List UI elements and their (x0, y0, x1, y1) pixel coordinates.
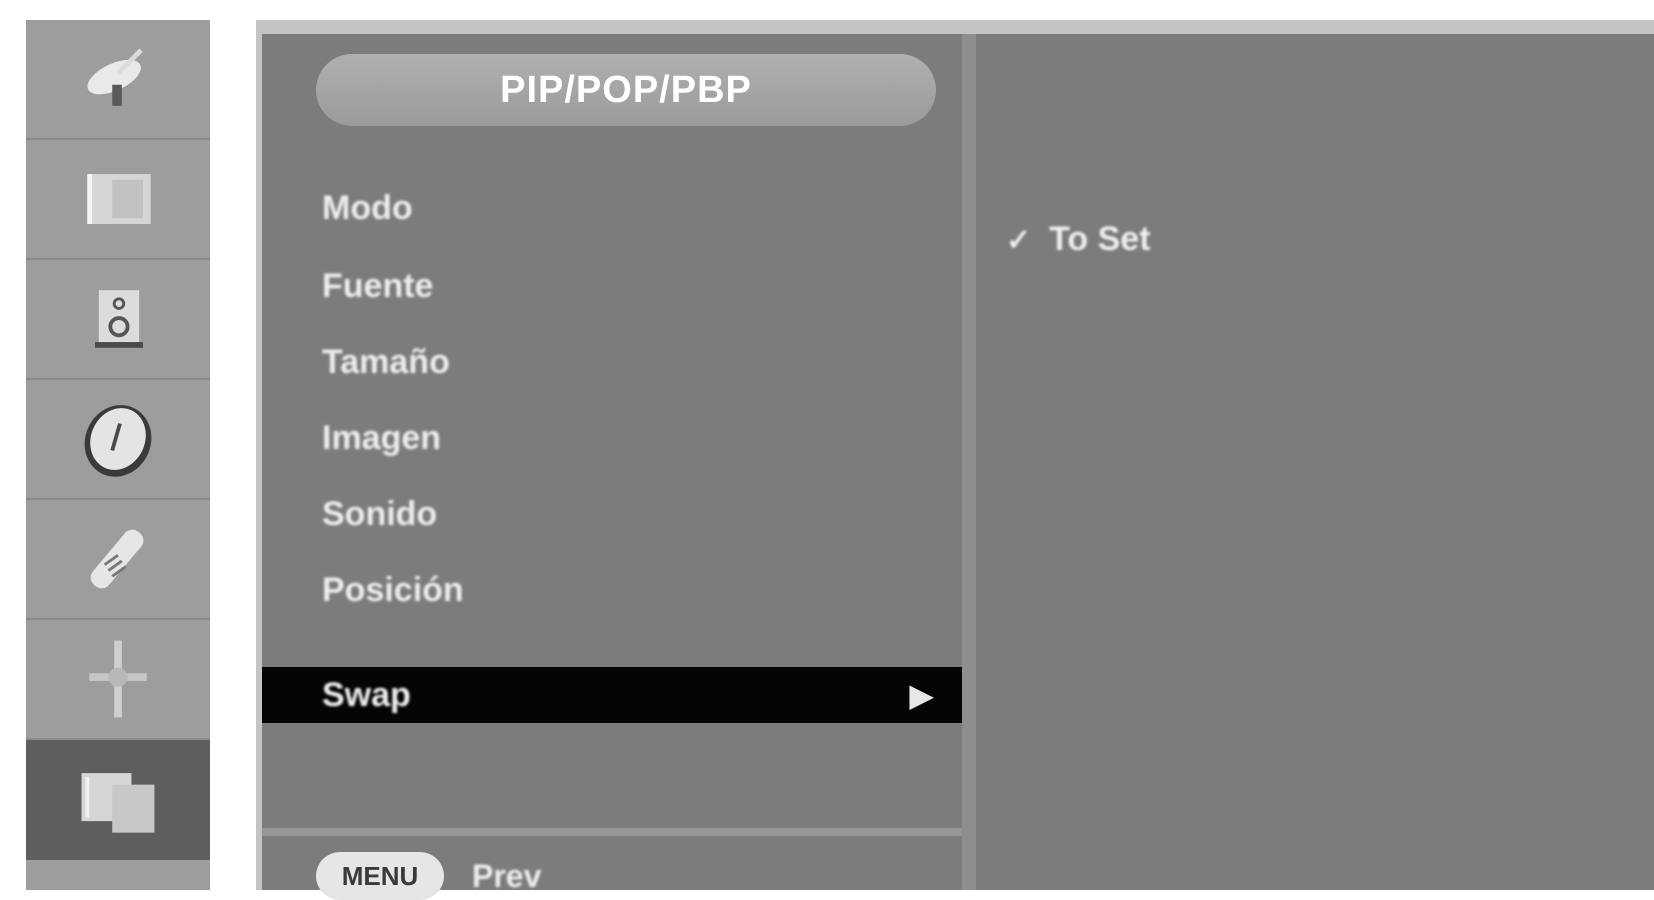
menu-item-position[interactable]: Posición (322, 560, 464, 620)
setup-icon (89, 640, 147, 718)
menu-title-text: PIP/POP/PBP (500, 68, 752, 111)
option-to-set-label: To Set (1049, 220, 1151, 258)
sidebar-item-option[interactable] (26, 500, 210, 620)
menu-item-sound[interactable]: Sonido (322, 484, 437, 544)
sidebar-item-sound[interactable] (26, 260, 210, 380)
icon-column (26, 20, 210, 890)
sound-icon (94, 290, 143, 348)
pane-divider (962, 34, 976, 890)
footer-action-label: Prev (472, 858, 542, 894)
sidebar-item-pip[interactable] (26, 740, 210, 860)
sidebar-item-time[interactable] (26, 380, 210, 500)
sidebar-item-picture[interactable] (26, 140, 210, 260)
menu-key-label: MENU (341, 860, 419, 891)
satellite-dish-icon (87, 48, 143, 106)
menu-list-pane: PIP/POP/PBP Modo Fuente Tamaño Imagen So… (262, 34, 962, 900)
sidebar-item-tv[interactable] (26, 20, 210, 140)
option-pane: ✓ To Set (976, 34, 1654, 890)
option-to-set[interactable]: ✓ To Set (1006, 214, 1151, 264)
menu-title: PIP/POP/PBP (316, 54, 936, 126)
menu-key-button[interactable]: MENU (316, 852, 444, 900)
checkmark-icon: ✓ (1006, 224, 1032, 257)
clock-icon (84, 405, 152, 477)
remote-control-icon (90, 529, 144, 589)
arrow-right-icon: ▶ (909, 677, 934, 713)
footer-divider (262, 828, 962, 836)
pip-screens-icon (81, 773, 155, 833)
menu-item-size[interactable]: Tamaño (322, 332, 450, 392)
osd-menu-panel: PIP/POP/PBP Modo Fuente Tamaño Imagen So… (256, 20, 1654, 900)
menu-item-swap-label: Swap (322, 676, 411, 714)
menu-item-image[interactable]: Imagen (322, 408, 441, 468)
menu-item-mode[interactable]: Modo (322, 178, 413, 238)
menu-item-swap-selected[interactable]: Swap ▶ (262, 667, 962, 723)
picture-icon (87, 174, 151, 224)
sidebar-item-setup[interactable] (26, 620, 210, 740)
menu-item-source[interactable]: Fuente (322, 256, 433, 316)
